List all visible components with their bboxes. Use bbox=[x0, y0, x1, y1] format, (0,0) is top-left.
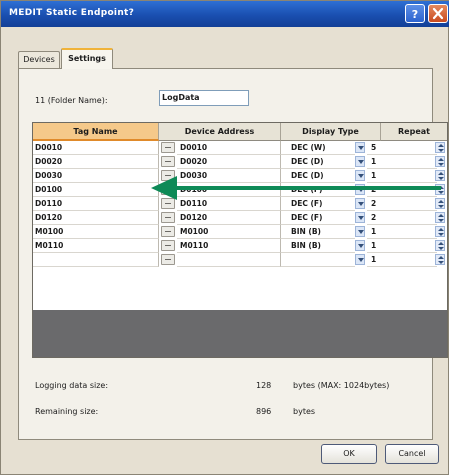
tag-name-cell[interactable]: M0110 bbox=[33, 239, 159, 253]
logging-size-value: 128 bbox=[256, 381, 272, 390]
tag-name-cell[interactable]: D0110 bbox=[33, 197, 159, 211]
repeat-spinner[interactable] bbox=[435, 240, 445, 251]
tag-name-cell[interactable]: M0100 bbox=[33, 225, 159, 239]
chevron-down-icon[interactable] bbox=[355, 240, 365, 251]
device-address-cell[interactable]: D0120 bbox=[177, 211, 281, 225]
table-row: D0010 D0010 DEC (W) 5 bbox=[33, 141, 447, 155]
repeat-cell[interactable]: 1 bbox=[367, 225, 437, 239]
help-icon: ? bbox=[412, 8, 418, 20]
dialog-window: MEDIT Static Endpoint? ? Devices Setting… bbox=[0, 0, 449, 475]
cancel-button[interactable]: Cancel bbox=[385, 444, 439, 464]
logging-size-unit: bytes (MAX: 1024bytes) bbox=[293, 381, 390, 390]
table-row: 1 bbox=[33, 253, 447, 267]
tag-name-cell[interactable]: D0010 bbox=[33, 141, 159, 155]
remaining-size-unit: bytes bbox=[293, 407, 316, 416]
table-empty-area bbox=[33, 310, 447, 357]
column-header-device-address[interactable]: Device Address bbox=[159, 123, 281, 141]
chevron-down-icon[interactable] bbox=[355, 254, 365, 265]
repeat-spinner[interactable] bbox=[435, 142, 445, 153]
tab-settings[interactable]: Settings bbox=[61, 48, 113, 69]
device-browse-button[interactable] bbox=[161, 254, 175, 265]
tag-name-cell[interactable]: D0030 bbox=[33, 169, 159, 183]
tag-name-cell[interactable]: D0020 bbox=[33, 155, 159, 169]
display-type-cell[interactable] bbox=[281, 253, 355, 267]
table-row: D0120 D0120 DEC (F) 2 bbox=[33, 211, 447, 225]
help-button[interactable]: ? bbox=[405, 4, 425, 23]
folder-name-input[interactable]: LogData bbox=[159, 90, 249, 106]
remaining-size-value: 896 bbox=[256, 407, 272, 416]
repeat-cell[interactable]: 1 bbox=[367, 239, 437, 253]
display-type-cell[interactable]: DEC (D) bbox=[281, 155, 355, 169]
chevron-down-icon[interactable] bbox=[355, 226, 365, 237]
repeat-cell[interactable]: 1 bbox=[367, 155, 437, 169]
tag-name-cell[interactable] bbox=[33, 253, 159, 267]
display-type-cell[interactable]: BIN (B) bbox=[281, 225, 355, 239]
device-address-cell[interactable]: D0010 bbox=[177, 141, 281, 155]
repeat-cell[interactable]: 2 bbox=[367, 211, 437, 225]
repeat-spinner[interactable] bbox=[435, 226, 445, 237]
repeat-spinner[interactable] bbox=[435, 254, 445, 265]
window-title: MEDIT Static Endpoint? bbox=[9, 8, 135, 18]
column-header-repeat[interactable]: Repeat bbox=[381, 123, 447, 141]
table-row: D0020 D0020 DEC (D) 1 bbox=[33, 155, 447, 169]
device-address-cell[interactable]: M0100 bbox=[177, 225, 281, 239]
device-address-cell[interactable] bbox=[177, 253, 281, 267]
tag-name-cell[interactable]: D0100 bbox=[33, 183, 159, 197]
ok-button[interactable]: OK bbox=[321, 444, 377, 464]
close-icon bbox=[432, 7, 444, 20]
remaining-size-label: Remaining size: bbox=[35, 407, 99, 416]
close-button[interactable] bbox=[428, 4, 448, 23]
display-type-cell[interactable]: DEC (W) bbox=[281, 141, 355, 155]
device-browse-button[interactable] bbox=[161, 240, 175, 251]
column-header-display-type[interactable]: Display Type bbox=[281, 123, 381, 141]
column-header-tag-name[interactable]: Tag Name bbox=[33, 123, 159, 141]
table-row: M0100 M0100 BIN (B) 1 bbox=[33, 225, 447, 239]
device-browse-button[interactable] bbox=[161, 156, 175, 167]
annotation-arrow-icon bbox=[151, 176, 441, 200]
display-type-cell[interactable]: DEC (F) bbox=[281, 211, 355, 225]
chevron-down-icon[interactable] bbox=[355, 142, 365, 153]
tab-devices[interactable]: Devices bbox=[18, 51, 60, 68]
table-row: M0110 M0110 BIN (B) 1 bbox=[33, 239, 447, 253]
repeat-cell[interactable]: 5 bbox=[367, 141, 437, 155]
device-address-cell[interactable]: D0020 bbox=[177, 155, 281, 169]
device-address-cell[interactable]: M0110 bbox=[177, 239, 281, 253]
repeat-spinner[interactable] bbox=[435, 212, 445, 223]
tag-name-cell[interactable]: D0120 bbox=[33, 211, 159, 225]
svg-text:?: ? bbox=[412, 8, 418, 20]
device-browse-button[interactable] bbox=[161, 142, 175, 153]
chevron-down-icon[interactable] bbox=[355, 156, 365, 167]
title-bar[interactable]: MEDIT Static Endpoint? ? bbox=[1, 1, 449, 27]
display-type-cell[interactable]: BIN (B) bbox=[281, 239, 355, 253]
tag-table: Tag Name Device Address Display Type Rep… bbox=[32, 122, 448, 358]
repeat-spinner[interactable] bbox=[435, 156, 445, 167]
chevron-down-icon[interactable] bbox=[355, 212, 365, 223]
device-browse-button[interactable] bbox=[161, 226, 175, 237]
logging-size-label: Logging data size: bbox=[35, 381, 109, 390]
repeat-cell[interactable]: 1 bbox=[367, 253, 437, 267]
device-browse-button[interactable] bbox=[161, 212, 175, 223]
folder-name-label: 11 (Folder Name): bbox=[35, 96, 108, 105]
